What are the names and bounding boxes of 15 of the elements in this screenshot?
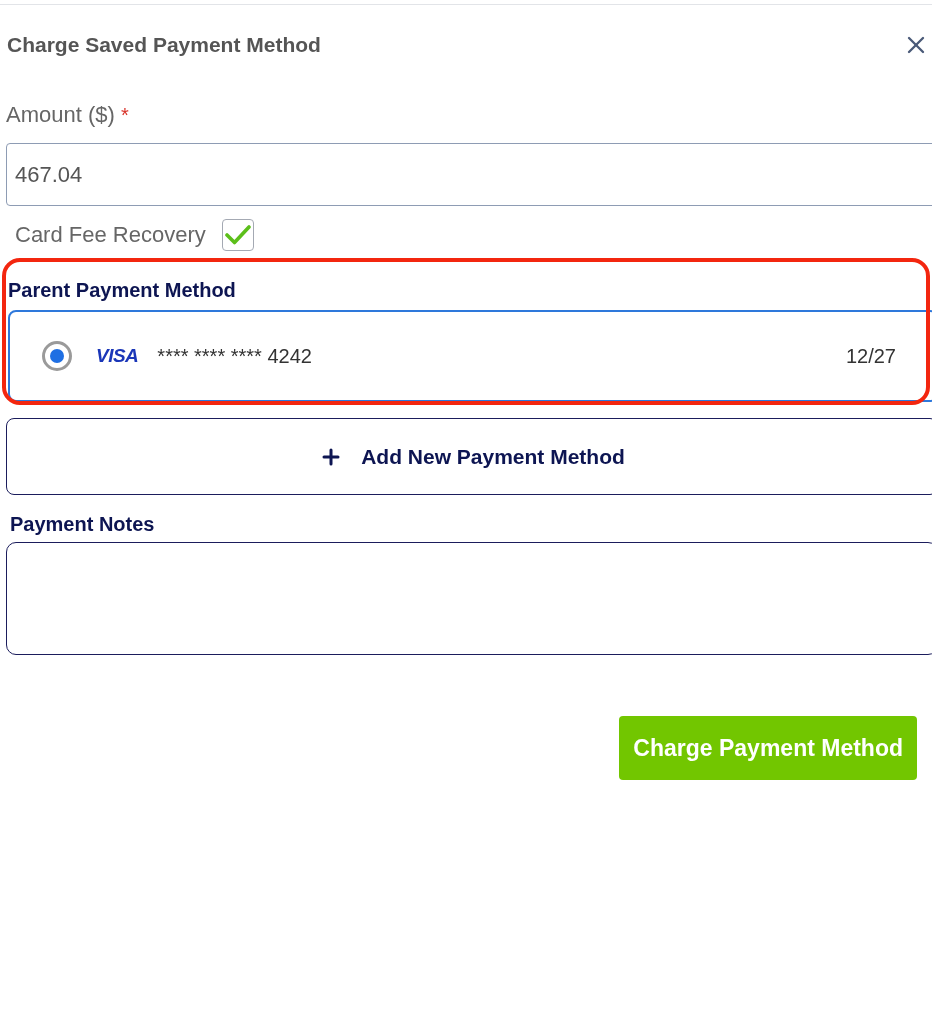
check-icon [224, 224, 251, 246]
card-brand-logo: VISA [96, 345, 139, 367]
amount-input[interactable]: 467.04 [6, 143, 932, 206]
parent-payment-method-label: Parent Payment Method [8, 278, 237, 302]
saved-card-option[interactable]: VISA **** **** **** 4242 12/27 [8, 310, 932, 402]
amount-label: Amount ($) * [6, 102, 130, 128]
card-radio-button[interactable] [42, 341, 72, 371]
add-payment-method-button[interactable]: Add New Payment Method [6, 418, 932, 495]
dialog-title: Charge Saved Payment Method [7, 32, 321, 58]
card-number: **** **** **** 4242 [157, 344, 312, 368]
payment-notes-label: Payment Notes [10, 512, 156, 536]
card-expiry: 12/27 [845, 344, 896, 368]
card-fee-recovery-label: Card Fee Recovery [15, 222, 206, 248]
payment-notes-field[interactable] [6, 542, 932, 655]
card-fee-recovery-checkbox[interactable] [221, 219, 254, 251]
